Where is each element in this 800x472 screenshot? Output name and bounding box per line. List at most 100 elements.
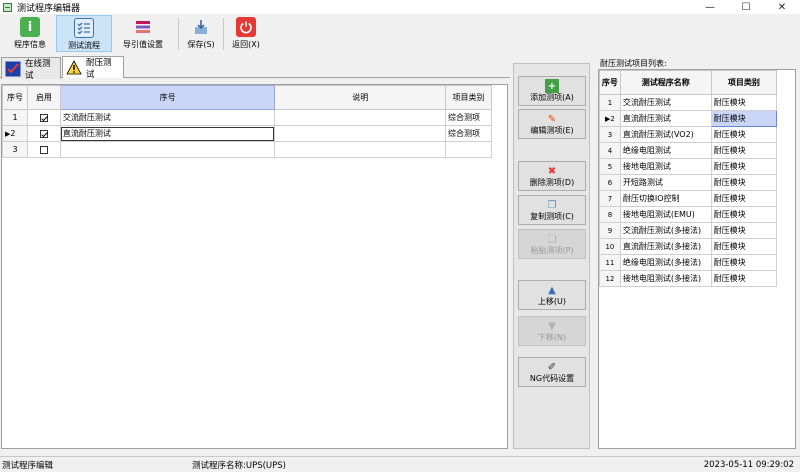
pencil-icon: ✐ — [547, 361, 557, 373]
list-item[interactable]: 6 开短路测试 耐压模块 — [599, 174, 778, 191]
enabled-checkbox[interactable] — [39, 113, 48, 122]
test-items-grid[interactable]: 序号 启用 序号 说明 项目类别 1 交流耐压测试 综合测项 ▶2 直流耐压测试… — [1, 84, 508, 449]
row-name[interactable]: 直流耐压测试 — [59, 125, 276, 142]
program-info-label: 程序信息 — [14, 40, 46, 49]
list-item-name: 直流耐压测试(VO2) — [619, 126, 712, 143]
test-flow-button[interactable]: 测试流程 — [56, 15, 112, 52]
grid-header-row: 序号 启用 序号 说明 项目类别 — [2, 85, 492, 110]
list-item[interactable]: 4 绝缘电阻测试 耐压模块 — [599, 142, 778, 159]
list-item-name: 接地电阻测试 — [619, 158, 712, 175]
list-item[interactable]: 8 接地电阻测试(EMU) 耐压模块 — [599, 206, 778, 223]
list-item-category: 耐压模块 — [710, 110, 778, 127]
lib-col-name[interactable]: 测试程序名称 — [619, 70, 712, 95]
status-program-name: 测试程序名称:UPS(UPS) — [192, 460, 286, 471]
program-info-button[interactable]: i 程序信息 — [4, 15, 56, 52]
close-button[interactable]: ✕ — [764, 0, 800, 14]
edit-item-button[interactable]: ✎ 编辑测项(E) — [518, 109, 586, 139]
list-item-name: 绝缘电阻测试 — [619, 142, 712, 159]
list-item-name: 交流耐压测试(多接法) — [619, 222, 712, 239]
list-item[interactable]: 10 直流耐压测试(多接法) 耐压模块 — [599, 238, 778, 255]
lib-col-category[interactable]: 项目类别 — [710, 70, 778, 95]
copy-item-button[interactable]: ❐ 复制测项(C) — [518, 195, 586, 225]
save-icon — [191, 17, 211, 37]
list-item[interactable]: ▶2 直流耐压测试 耐压模块 — [599, 110, 778, 127]
list-item[interactable]: 9 交流耐压测试(多接法) 耐压模块 — [599, 222, 778, 239]
enabled-checkbox[interactable] — [39, 129, 48, 138]
col-header-desc[interactable]: 说明 — [274, 85, 446, 110]
list-item-name: 接地电阻测试(多接法) — [619, 270, 712, 287]
list-item[interactable]: 11 绝缘电阻测试(多接法) 耐压模块 — [599, 254, 778, 271]
row-desc[interactable] — [274, 125, 446, 142]
list-item-name: 直流耐压测试 — [619, 110, 712, 127]
delete-item-label: 删除测项(D) — [529, 178, 575, 187]
list-item-num: 2 — [610, 114, 615, 123]
move-up-button[interactable]: ▲ 上移(U) — [518, 280, 586, 310]
status-bar: 测试程序编辑 测试程序名称:UPS(UPS) 2023-05-11 09:29:… — [0, 456, 800, 472]
tab-withstand-test-label: 耐压测试 — [86, 57, 112, 80]
plus-icon: + — [545, 79, 559, 93]
list-item-name: 耐压切换IO控制 — [619, 190, 712, 207]
row-name[interactable] — [59, 141, 276, 158]
row-desc[interactable] — [274, 141, 446, 158]
add-item-label: 添加测项(A) — [530, 93, 574, 102]
settings-grid-icon — [133, 17, 153, 37]
list-item[interactable]: 5 接地电阻测试 耐压模块 — [599, 158, 778, 175]
list-item-num: 11 — [599, 254, 621, 271]
row-desc[interactable] — [274, 109, 446, 126]
list-item-num: 3 — [599, 126, 621, 143]
maximize-button[interactable]: ☐ — [728, 0, 764, 14]
copy-icon: ❐ — [547, 199, 557, 211]
test-item-library-list[interactable]: 序号 测试程序名称 项目类别 1 交流耐压测试 耐压模块 ▶2 直流耐压测试 耐压模块 … — [598, 69, 796, 449]
ng-code-settings-button[interactable]: ✐ NG代码设置 — [518, 357, 586, 387]
row-category: 综合测项 — [445, 125, 492, 142]
col-header-name[interactable]: 序号 — [59, 85, 276, 110]
lib-col-num[interactable]: 序号 — [599, 70, 621, 95]
table-row[interactable]: 3 — [2, 141, 492, 158]
row-num: 2 — [10, 129, 16, 138]
move-down-label: 下移(N) — [537, 333, 567, 342]
table-row[interactable]: ▶2 直流耐压测试 综合测项 — [2, 125, 492, 142]
return-button[interactable]: 返回(X) — [228, 15, 264, 52]
tab-online-test[interactable]: 在线测试 — [1, 57, 61, 81]
list-item-num: 9 — [599, 222, 621, 239]
guide-value-button[interactable]: 导引值设置 — [112, 15, 174, 52]
move-down-button[interactable]: ▼ 下移(N) — [518, 316, 586, 346]
list-item-num: 12 — [599, 270, 621, 287]
paste-item-button[interactable]: ❏ 粘贴测项(P) — [518, 229, 586, 259]
list-item-category: 耐压模块 — [710, 94, 778, 111]
toolbar-separator — [223, 18, 224, 50]
checklist-icon — [74, 18, 94, 38]
table-row[interactable]: 1 交流耐压测试 综合测项 — [2, 109, 492, 126]
minimize-button[interactable]: — — [692, 0, 728, 14]
tab-online-test-label: 在线测试 — [25, 58, 51, 81]
info-icon: i — [20, 17, 40, 37]
move-up-label: 上移(U) — [537, 297, 567, 306]
list-item-category: 耐压模块 — [710, 142, 778, 159]
list-item[interactable]: 3 直流耐压测试(VO2) 耐压模块 — [599, 126, 778, 143]
guide-value-label: 导引值设置 — [123, 40, 163, 49]
action-button-column: + 添加测项(A) ✎ 编辑测项(E) ✖ 删除测项(D) ❐ 复制测项(C) … — [513, 63, 590, 449]
list-item[interactable]: 12 接地电阻测试(多接法) 耐压模块 — [599, 270, 778, 287]
delete-item-button[interactable]: ✖ 删除测项(D) — [518, 161, 586, 191]
row-num: 3 — [2, 141, 28, 158]
col-header-num[interactable]: 序号 — [2, 85, 28, 110]
ng-code-settings-label: NG代码设置 — [529, 374, 575, 383]
tab-withstand-test[interactable]: 耐压测试 — [62, 56, 124, 80]
list-item-num: 7 — [599, 190, 621, 207]
list-item-category: 耐压模块 — [710, 206, 778, 223]
list-item-category: 耐压模块 — [710, 222, 778, 239]
col-header-enabled[interactable]: 启用 — [26, 85, 61, 110]
list-item-category: 耐压模块 — [710, 190, 778, 207]
warning-icon — [66, 59, 82, 76]
add-item-button[interactable]: + 添加测项(A) — [518, 76, 586, 106]
list-item[interactable]: 1 交流耐压测试 耐压模块 — [599, 94, 778, 111]
list-item-num: 4 — [599, 142, 621, 159]
list-item-name: 接地电阻测试(EMU) — [619, 206, 712, 223]
save-button[interactable]: 保存(S) — [183, 15, 219, 52]
list-item-category: 耐压模块 — [710, 270, 778, 287]
copy-item-label: 复制测项(C) — [530, 212, 574, 221]
enabled-checkbox[interactable] — [39, 145, 48, 154]
list-item[interactable]: 7 耐压切换IO控制 耐压模块 — [599, 190, 778, 207]
col-header-category[interactable]: 项目类别 — [445, 85, 492, 110]
row-name[interactable]: 交流耐压测试 — [59, 109, 276, 126]
